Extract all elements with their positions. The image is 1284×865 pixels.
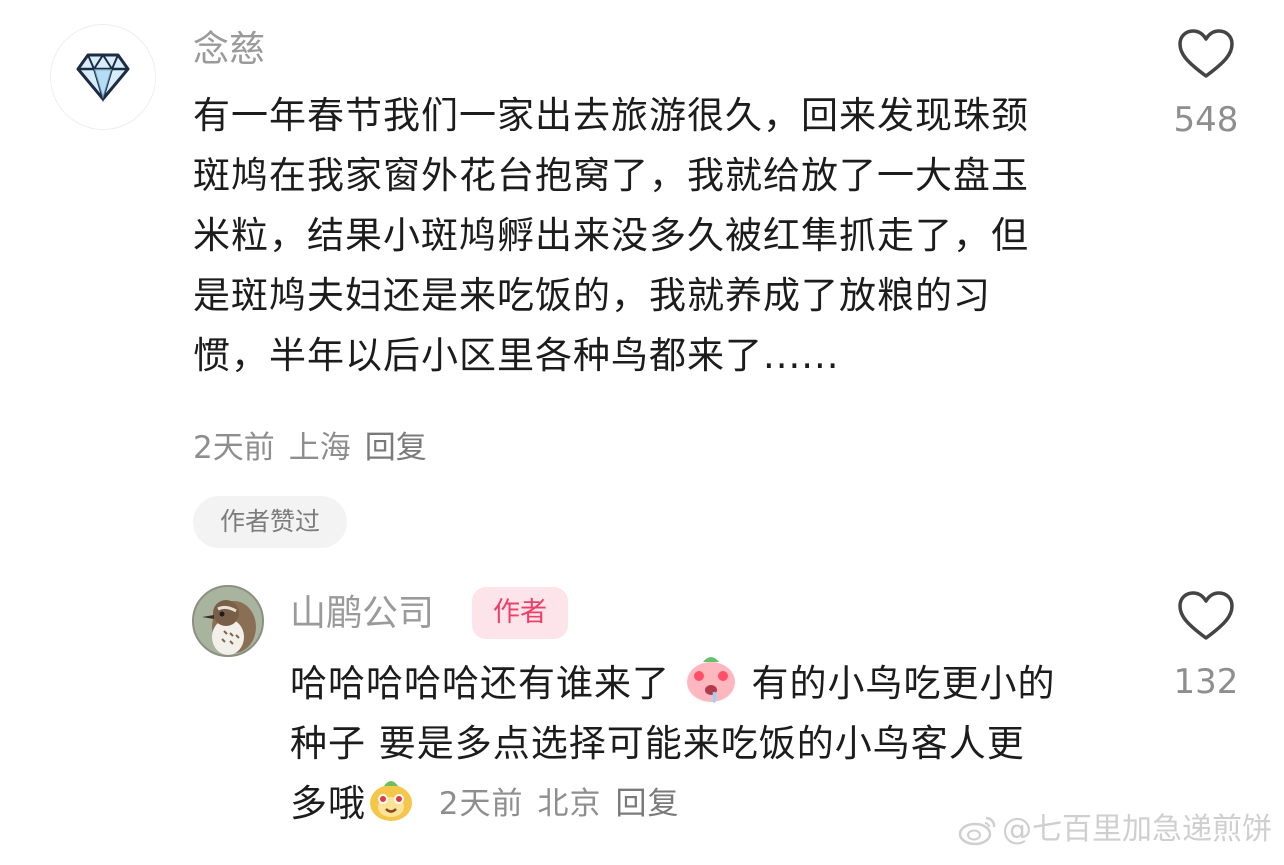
reply-username[interactable]: 山鹛公司: [290, 592, 434, 636]
comment-username[interactable]: 念慈: [193, 28, 265, 72]
reply-text-part: 有的小鸟吃更小的: [751, 662, 1056, 705]
reply-time: 2天前: [438, 786, 524, 822]
like-count: 132: [1173, 662, 1239, 702]
reply-reply-button[interactable]: 回复: [616, 786, 680, 822]
comment-text: 有一年春节我们一家出去旅游很久，回来发现珠颈 斑鸠在我家窗外花台抱窝了，我就给放…: [193, 86, 1133, 386]
weibo-icon: [958, 816, 996, 846]
reply-meta: 2天前 北京 回复: [439, 786, 694, 822]
like-count: 548: [1173, 100, 1239, 140]
heart-icon[interactable]: [1177, 28, 1235, 80]
reply-text-part: 多哦: [290, 782, 366, 825]
diamond-icon: [76, 53, 130, 102]
comment-line: 有一年春节我们一家出去旅游很久，回来发现珠颈: [193, 94, 1029, 137]
author-badge: 作者: [472, 587, 568, 639]
comment-line: 米粒，结果小斑鸠孵出来没多久被红隼抓走了，但: [193, 214, 1029, 257]
comment-line: 是斑鸠夫妇还是来吃饭的，我就养成了放粮的习: [193, 274, 991, 317]
comment-line: 惯，半年以后小区里各种鸟都来了......: [193, 334, 840, 377]
bird-avatar: [194, 587, 262, 655]
comment-time: 2天前: [193, 430, 275, 466]
heart-icon[interactable]: [1177, 590, 1235, 642]
reply-avatar[interactable]: [192, 585, 264, 657]
reply-like[interactable]: 132: [1146, 590, 1266, 702]
watermark: @七百里加急递煎饼: [958, 808, 1272, 852]
comment-meta: 2天前 上海 回复: [193, 428, 441, 468]
watermark-text: @七百里加急递煎饼: [1002, 812, 1272, 847]
author-liked-badge: 作者赞过: [193, 496, 347, 548]
reply-text: 哈哈哈哈哈还有谁来了 有的小鸟吃更小的 种子 要是多点选择可能来吃饭的小鸟客人更…: [290, 652, 1150, 834]
reply-location: 北京: [537, 786, 602, 822]
drooling-emoji-icon: [686, 657, 735, 704]
happy-emoji-icon: [370, 781, 412, 821]
reply-button[interactable]: 回复: [365, 430, 427, 466]
comment-line: 斑鸠在我家窗外花台抱窝了，我就给放了一大盘玉: [193, 154, 1029, 197]
reply-text-part: 哈哈哈哈哈还有谁来了: [290, 662, 670, 705]
comment-location: 上海: [288, 430, 351, 466]
comment-like[interactable]: 548: [1146, 28, 1266, 140]
reply-line: 种子 要是多点选择可能来吃饭的小鸟客人更: [290, 722, 1025, 765]
avatar[interactable]: [50, 24, 156, 130]
reply-line: 哈哈哈哈哈还有谁来了 有的小鸟吃更小的: [290, 652, 1150, 714]
